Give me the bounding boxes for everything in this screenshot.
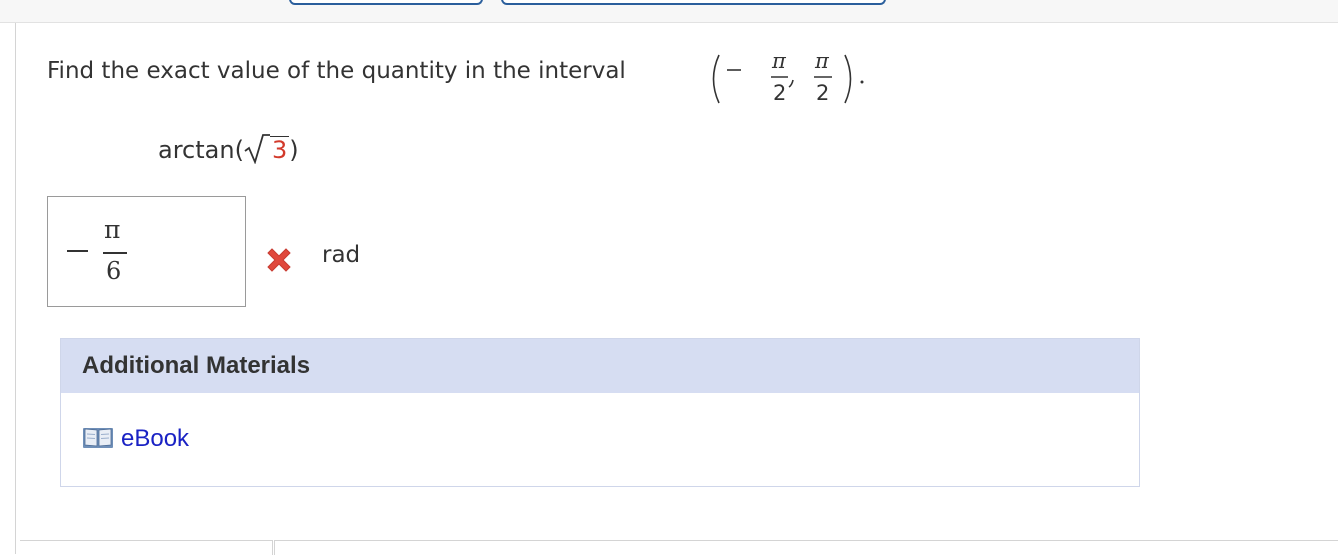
- left-divider: [15, 23, 16, 554]
- question-prompt: Find the exact value of the quantity in …: [47, 58, 626, 84]
- toolbar-tab-right[interactable]: [501, 0, 886, 5]
- bottom-panel-left: [20, 540, 273, 555]
- answer-numerator: π: [104, 215, 121, 244]
- answer-denominator: 6: [106, 257, 122, 285]
- top-toolbar: [0, 0, 1338, 23]
- additional-materials-heading: Additional Materials: [61, 339, 1139, 393]
- answer-input[interactable]: π 6: [47, 196, 246, 307]
- unit-label: rad: [322, 242, 361, 268]
- additional-materials-panel: Additional Materials eBook: [60, 338, 1140, 487]
- interval-left-numerator: π: [772, 49, 786, 73]
- interval-parentheses: [712, 54, 864, 104]
- bottom-panel-right: [274, 540, 1338, 555]
- negative-sign: [67, 250, 88, 252]
- ebook-link-label[interactable]: eBook: [121, 425, 189, 453]
- square-root-sign: [244, 134, 270, 165]
- incorrect-x-icon: [267, 248, 291, 272]
- toolbar-tab-left[interactable]: [289, 0, 483, 5]
- close-paren: ): [289, 136, 299, 164]
- arctan-expression: arctan( 3): [158, 132, 299, 172]
- interval-right-denominator: 2: [816, 81, 830, 105]
- interval-expression: π 2 π 2: [706, 49, 870, 111]
- book-icon: [83, 428, 113, 448]
- interval-left-denominator: 2: [773, 81, 787, 105]
- function-name: arctan(: [158, 136, 244, 164]
- fraction-bar: [103, 252, 127, 254]
- radicand: 3: [269, 136, 290, 164]
- interval-right-numerator: π: [815, 49, 829, 73]
